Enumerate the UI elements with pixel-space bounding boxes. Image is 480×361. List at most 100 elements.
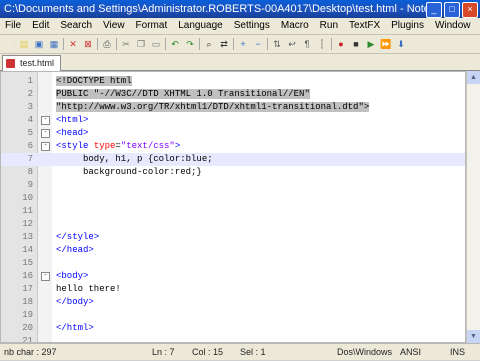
line-number: 14 — [22, 245, 33, 255]
save-icon[interactable]: ▣ — [33, 38, 45, 50]
status-mode: INS — [450, 347, 466, 357]
code-line[interactable]: 20 </html> — [1, 322, 465, 335]
menu-edit[interactable]: Edit — [27, 18, 55, 34]
play-macro-icon[interactable]: ▶ — [365, 38, 377, 50]
code-line[interactable]: 14 </head> — [1, 244, 465, 257]
cut-icon[interactable]: ✂ — [120, 38, 132, 50]
fold-toggle-icon[interactable]: - — [41, 116, 50, 125]
code-text: <head> — [56, 128, 89, 138]
code-text: background-color:red;} — [56, 167, 202, 177]
scroll-up-icon[interactable]: ▲ — [467, 71, 480, 84]
code-text: </body> — [56, 297, 94, 307]
vertical-scrollbar[interactable]: ▲ ▼ — [466, 71, 480, 343]
line-number: 9 — [27, 180, 33, 190]
menu-settings[interactable]: Settings — [229, 18, 276, 34]
new-file-icon[interactable]: ▫ — [3, 38, 15, 50]
menu-view[interactable]: View — [98, 18, 131, 34]
code-line[interactable]: 4- <html> — [1, 114, 465, 127]
paste-icon[interactable]: ▭ — [150, 38, 162, 50]
line-number: 8 — [27, 167, 33, 177]
zoom-in-icon[interactable]: + — [237, 38, 249, 50]
code-line[interactable]: 12 — [1, 218, 465, 231]
fold-toggle-icon[interactable]: - — [41, 142, 50, 151]
code-text: PUBLIC "-//W3C//DTD XHTML 1.0 Transition… — [56, 89, 310, 99]
find-icon[interactable]: ⌕ — [203, 38, 215, 50]
toolbar-separator — [97, 38, 98, 50]
line-number: 2 — [27, 89, 33, 99]
run-macro-icon[interactable]: ⏩ — [380, 38, 392, 50]
close-button[interactable]: × — [462, 2, 478, 18]
menu-file[interactable]: File — [0, 18, 27, 34]
line-number: 18 — [22, 297, 33, 307]
code-text: <html> — [56, 115, 89, 125]
tab-label: test.html — [20, 58, 55, 68]
close-icon[interactable]: ✕ — [67, 38, 79, 50]
code-line[interactable]: 9 — [1, 179, 465, 192]
maximize-button[interactable]: □ — [444, 2, 460, 18]
line-number: 3 — [27, 102, 33, 112]
print-icon[interactable]: ⎙ — [101, 38, 113, 50]
code-line[interactable]: 6- <style type="text/css"> — [1, 140, 465, 153]
save-macro-icon[interactable]: ⬇ — [395, 38, 407, 50]
line-number: 10 — [22, 193, 33, 203]
code-line[interactable]: 2 PUBLIC "-//W3C//DTD XHTML 1.0 Transitio… — [1, 88, 465, 101]
code-editor[interactable]: 1 <!DOCTYPE html 2 PUBLIC "-//W3C//DTD XHTM… — [0, 71, 466, 343]
open-file-icon[interactable]: ▤ — [18, 38, 30, 50]
code-line[interactable]: 16- <body> — [1, 270, 465, 283]
tab-test-html[interactable]: test.html — [2, 55, 62, 71]
menu-language[interactable]: Language — [173, 18, 229, 34]
word-wrap-icon[interactable]: ↩ — [286, 38, 298, 50]
line-number: 6 — [27, 141, 33, 151]
code-line[interactable]: 7 body, h1, p {color:blue; — [1, 153, 465, 166]
record-macro-icon[interactable]: ● — [335, 38, 347, 50]
toolbar-separator — [331, 38, 332, 50]
line-number: 5 — [27, 128, 33, 138]
code-line[interactable]: 19 — [1, 309, 465, 322]
menu-window[interactable]: Window — [430, 18, 477, 34]
code-line[interactable]: 5- <head> — [1, 127, 465, 140]
indent-guide-icon[interactable]: ┆ — [316, 38, 328, 50]
minimize-button[interactable]: _ — [426, 2, 442, 18]
code-line[interactable]: 3 "http://www.w3.org/TR/xhtml1/DTD/xhtml1… — [1, 101, 465, 114]
code-line[interactable]: 13 </style> — [1, 231, 465, 244]
code-line[interactable]: 17 hello there! — [1, 283, 465, 296]
show-all-icon[interactable]: ¶ — [301, 38, 313, 50]
line-number: 4 — [27, 115, 33, 125]
line-number: 11 — [22, 206, 33, 216]
code-text: <!DOCTYPE html — [56, 76, 132, 86]
code-line[interactable]: 8 background-color:red;} — [1, 166, 465, 179]
zoom-out-icon[interactable]: − — [252, 38, 264, 50]
status-bar: nb char : 297 Ln : 7 Col : 15 Sel : 1 Do… — [0, 343, 480, 360]
menu-plugins[interactable]: Plugins — [386, 18, 430, 34]
code-line[interactable]: 15 — [1, 257, 465, 270]
undo-icon[interactable]: ↶ — [169, 38, 181, 50]
toolbar-separator — [267, 38, 268, 50]
sync-scroll-icon[interactable]: ⇅ — [271, 38, 283, 50]
code-line[interactable]: 11 — [1, 205, 465, 218]
replace-icon[interactable]: ⇄ — [218, 38, 230, 50]
menu-run[interactable]: Run — [315, 18, 344, 34]
menu-search[interactable]: Search — [55, 18, 98, 34]
save-all-icon[interactable]: ▦ — [48, 38, 60, 50]
menu-textfx[interactable]: TextFX — [344, 18, 386, 34]
fold-toggle-icon[interactable]: - — [41, 272, 50, 281]
code-line[interactable]: 21 — [1, 335, 465, 342]
scroll-down-icon[interactable]: ▼ — [467, 330, 480, 343]
stop-macro-icon[interactable]: ■ — [350, 38, 362, 50]
title-bar: C:\Documents and Settings\Administrator.… — [0, 0, 480, 18]
close-all-icon[interactable]: ⊠ — [82, 38, 94, 50]
code-text: body, h1, p {color:blue; — [56, 154, 213, 164]
status-line: Ln : 7 — [152, 347, 175, 357]
menu-macro[interactable]: Macro — [276, 18, 315, 34]
copy-icon[interactable]: ❐ — [135, 38, 147, 50]
fold-toggle-icon[interactable]: - — [41, 129, 50, 138]
redo-icon[interactable]: ↷ — [184, 38, 196, 50]
toolbar-separator — [165, 38, 166, 50]
code-line[interactable]: 1 <!DOCTYPE html — [1, 75, 465, 88]
menu-format[interactable]: Format — [131, 18, 174, 34]
status-length: nb char : 297 — [4, 347, 57, 357]
line-number: 15 — [22, 258, 33, 268]
menu-help[interactable]: ? — [477, 18, 480, 34]
code-line[interactable]: 10 — [1, 192, 465, 205]
code-line[interactable]: 18 </body> — [1, 296, 465, 309]
